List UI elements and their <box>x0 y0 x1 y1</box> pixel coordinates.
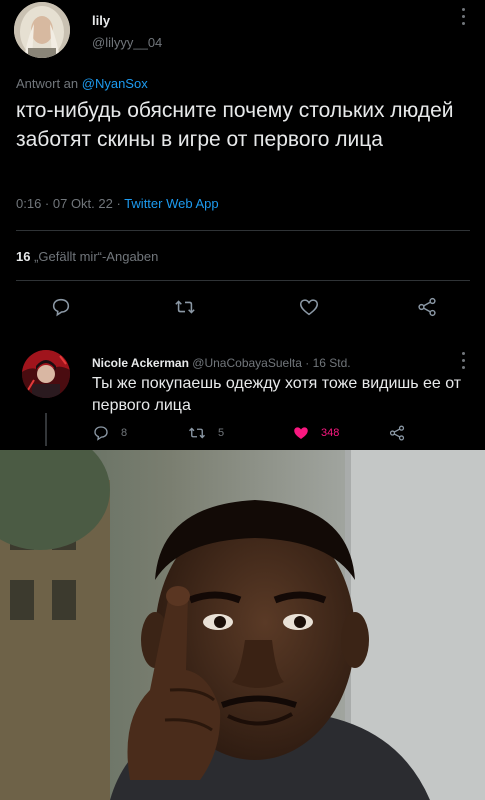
divider <box>16 230 470 231</box>
tweet-actions <box>0 292 485 322</box>
avatar[interactable] <box>14 2 70 58</box>
likes-label: „Gefällt mir“-Angaben <box>34 249 159 264</box>
retweet-count: 5 <box>218 427 225 439</box>
reply-context: Antwort an @NyanSox <box>16 76 148 91</box>
author-handle[interactable]: @UnaCobayaSuelta <box>192 356 302 370</box>
reply-time[interactable]: 16 Std. <box>313 356 351 370</box>
reply-tweet: Nicole Ackerman @UnaCobayaSuelta · 16 St… <box>0 338 485 450</box>
reply-text: Ты же покупаешь одежду хотя тоже видишь … <box>92 375 462 414</box>
tweet-time[interactable]: 0:16 <box>16 196 41 211</box>
tweet-source-app[interactable]: Twitter Web App <box>124 196 218 211</box>
reply-count: 8 <box>121 427 128 439</box>
reply-author-line: Nicole Ackerman @UnaCobayaSuelta · 16 St… <box>92 356 351 370</box>
share-icon[interactable] <box>416 296 438 318</box>
share-icon[interactable] <box>388 424 406 442</box>
author-name[interactable]: lily <box>92 13 110 28</box>
author-name[interactable]: Nicole Ackerman <box>92 356 189 370</box>
divider <box>16 280 470 281</box>
reply-mention-link[interactable]: @NyanSox <box>82 76 148 91</box>
author-handle[interactable]: @lilyyy__04 <box>92 35 162 50</box>
tweet-text: кто-нибудь обясните почему стольких люде… <box>16 99 454 151</box>
tweet-metadata: 0:16 · 07 Okt. 22 · Twitter Web App <box>16 196 219 211</box>
more-options-icon[interactable] <box>462 352 466 373</box>
likes-count: 16 <box>16 249 31 264</box>
main-tweet: lily @lilyyy__04 Antwort an @NyanSox кто… <box>0 0 485 338</box>
reply-icon[interactable] <box>92 424 110 442</box>
meme-photo <box>0 450 485 800</box>
like-icon[interactable] <box>298 296 320 318</box>
like-icon-filled[interactable] <box>292 424 310 442</box>
retweet-icon[interactable] <box>174 296 196 318</box>
reply-icon[interactable] <box>50 296 72 318</box>
more-options-icon[interactable] <box>462 8 466 29</box>
reply-prefix: Antwort an <box>16 76 82 91</box>
avatar[interactable] <box>22 350 70 398</box>
likes-summary[interactable]: 16 „Gefällt mir“-Angaben <box>16 249 158 264</box>
tweet-date[interactable]: 07 Okt. 22 <box>53 196 113 211</box>
reply-actions: 8 5 348 <box>0 424 485 444</box>
like-count: 348 <box>321 427 340 439</box>
retweet-icon[interactable] <box>188 424 206 442</box>
